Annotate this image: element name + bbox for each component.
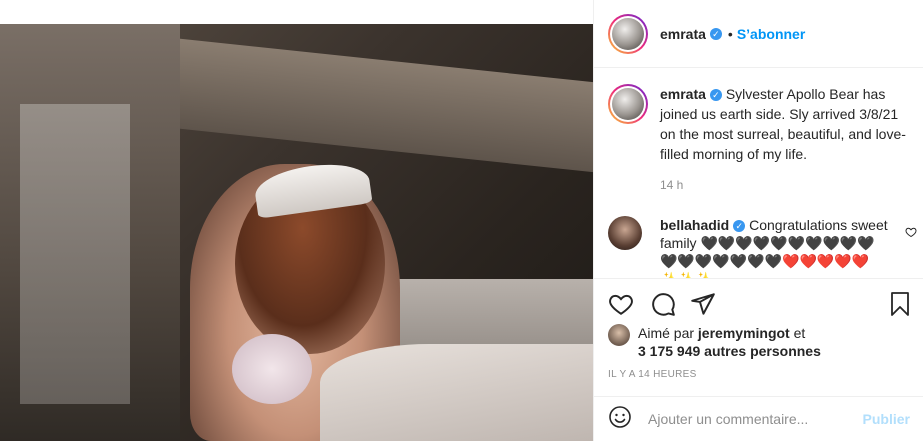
- likes-count[interactable]: 3 175 949 autres personnes: [638, 343, 821, 359]
- post-caption: emrata ✓ Sylvester Apollo Bear has joined…: [608, 84, 918, 164]
- verified-badge-icon: ✓: [709, 89, 722, 102]
- paper-plane-icon[interactable]: [690, 291, 716, 322]
- verified-badge-icon: ✓: [709, 27, 722, 40]
- likes-summary: Aimé par jeremymingot et 3 175 949 autre…: [608, 324, 918, 360]
- comment-like-heart-small-icon[interactable]: [905, 226, 917, 241]
- post-side-panel: emrata ✓ • S’abonner emrata ✓ Sylvester A…: [593, 0, 923, 441]
- author-avatar[interactable]: [608, 13, 648, 54]
- liker-username[interactable]: jeremymingot: [698, 325, 790, 341]
- likes-prefix: Aimé par: [638, 325, 695, 341]
- caption-timestamp[interactable]: 14 h: [660, 178, 683, 192]
- caption-avatar[interactable]: [608, 84, 648, 124]
- emoji-icon[interactable]: [608, 405, 632, 434]
- photo-window: [20, 104, 130, 404]
- follow-button[interactable]: S’abonner: [737, 26, 805, 42]
- comment-icon[interactable]: [650, 291, 676, 322]
- bookmark-icon[interactable]: [888, 291, 912, 322]
- verified-badge-icon: ✓: [733, 220, 746, 233]
- add-comment-bar: Publier: [594, 396, 923, 441]
- liker-avatar[interactable]: [608, 324, 630, 346]
- action-bar: [594, 278, 923, 330]
- comment-item: bellahadid ✓ Congratulations sweet family…: [608, 216, 918, 278]
- caption-username[interactable]: emrata: [660, 86, 706, 102]
- likes-text: Aimé par jeremymingot et 3 175 949 autre…: [638, 324, 821, 360]
- author-username[interactable]: emrata: [660, 26, 706, 42]
- separator-dot: •: [727, 25, 733, 42]
- comment-text-block: bellahadid ✓ Congratulations sweet family…: [660, 216, 890, 278]
- commenter-avatar[interactable]: [608, 216, 642, 250]
- heart-icon[interactable]: [608, 291, 634, 322]
- post-photo[interactable]: [0, 24, 593, 441]
- comment-input[interactable]: [648, 411, 863, 427]
- post-time-ago[interactable]: IL Y A 14 HEURES: [608, 369, 697, 380]
- post-header: emrata ✓ • S’abonner: [594, 0, 923, 68]
- photo-sheet: [320, 344, 593, 441]
- photo-baby: [232, 334, 312, 404]
- publish-button[interactable]: Publier: [863, 411, 910, 427]
- caption-text-block: emrata ✓ Sylvester Apollo Bear has joined…: [660, 84, 915, 164]
- likes-and: et: [793, 325, 806, 341]
- commenter-username[interactable]: bellahadid: [660, 217, 729, 233]
